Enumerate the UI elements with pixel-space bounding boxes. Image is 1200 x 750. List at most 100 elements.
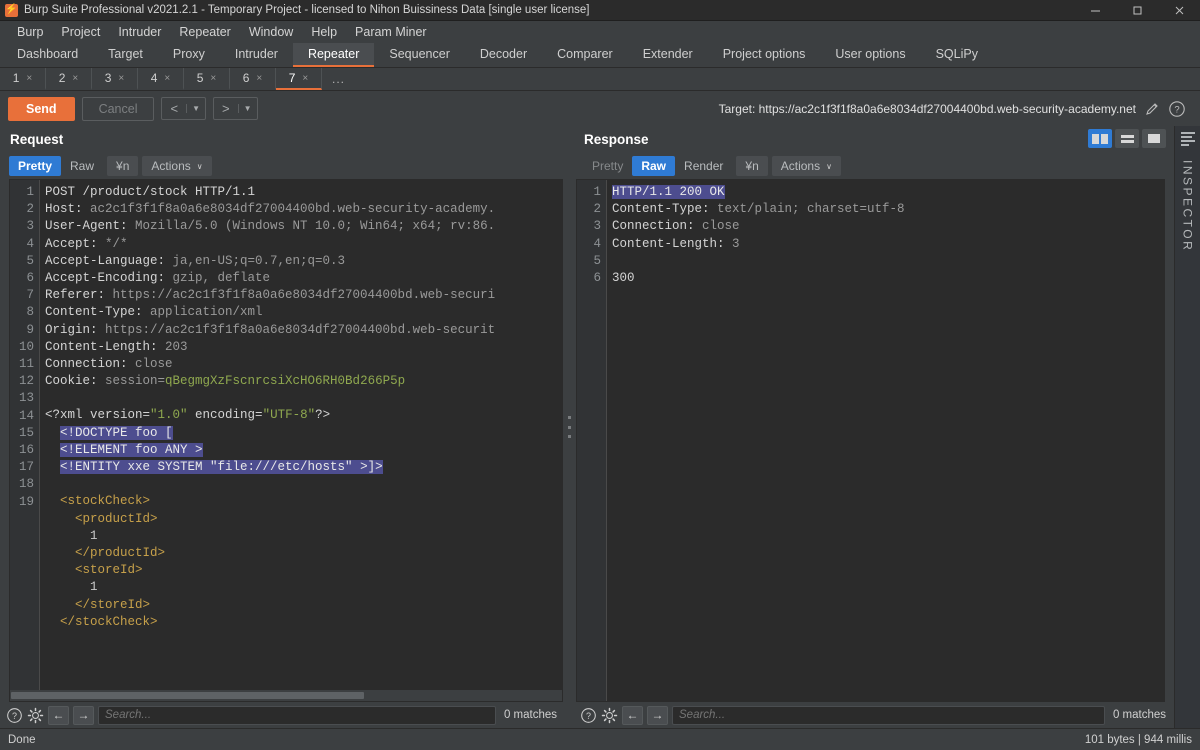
tab-intruder[interactable]: Intruder — [220, 43, 293, 67]
code-line[interactable]: Content-Type: application/xml — [45, 304, 562, 321]
pane-splitter[interactable] — [565, 126, 574, 728]
code-line[interactable]: Connection: close — [612, 218, 1164, 235]
code-line[interactable]: Host: ac2c1f3f1f8a0a6e8034df27004400bd.w… — [45, 201, 562, 218]
gear-icon[interactable] — [601, 707, 618, 724]
code-line[interactable]: Content-Type: text/plain; charset=utf-8 — [612, 201, 1164, 218]
menu-item-param-miner[interactable]: Param Miner — [346, 23, 436, 41]
repeater-add-tab-button[interactable]: ... — [322, 68, 355, 90]
code-line[interactable] — [45, 390, 562, 407]
search-next-button[interactable]: → — [647, 705, 668, 725]
response-tab-raw[interactable]: Raw — [632, 156, 676, 176]
menu-item-window[interactable]: Window — [240, 23, 302, 41]
layout-split-vertical-button[interactable] — [1088, 129, 1112, 148]
search-next-button[interactable]: → — [73, 705, 94, 725]
response-code[interactable]: HTTP/1.1 200 OK Content-Type: text/plain;… — [607, 180, 1164, 701]
response-search-input[interactable] — [672, 705, 1105, 725]
code-line[interactable]: <storeId> — [45, 562, 562, 579]
code-line[interactable]: Accept-Language: ja,en-US;q=0.7,en;q=0.3 — [45, 253, 562, 270]
chevron-down-icon[interactable]: ▼ — [186, 104, 205, 113]
code-line[interactable] — [45, 476, 562, 493]
tab-sequencer[interactable]: Sequencer — [374, 43, 464, 67]
code-line[interactable]: <!ELEMENT foo ANY > — [45, 442, 562, 459]
history-forward-button[interactable]: > ▼ — [213, 97, 258, 120]
tab-target[interactable]: Target — [93, 43, 158, 67]
layout-split-horizontal-button[interactable] — [1115, 129, 1139, 148]
response-tab-pretty[interactable]: Pretty — [583, 156, 632, 176]
pencil-icon[interactable] — [1144, 101, 1160, 117]
request-actions-button[interactable]: Actions ∨ — [142, 156, 212, 176]
send-button[interactable]: Send — [8, 96, 75, 121]
close-icon[interactable]: × — [72, 73, 78, 84]
close-icon[interactable]: × — [210, 73, 216, 84]
repeater-tab-6[interactable]: 6 × — [230, 68, 276, 90]
code-line[interactable]: Cookie: session=qBegmgXzFscnrcsiXcHO6RH0… — [45, 373, 562, 390]
repeater-tab-5[interactable]: 5 × — [184, 68, 230, 90]
tab-sqlipy[interactable]: SQLiPy — [921, 43, 993, 67]
menu-item-intruder[interactable]: Intruder — [109, 23, 170, 41]
close-icon[interactable]: × — [256, 73, 262, 84]
code-line[interactable]: <?xml version="1.0" encoding="UTF-8"?> — [45, 407, 562, 424]
request-editor[interactable]: 1 2 3 4 5 6 7 8 9 10 11 12 13 14 15 16 17 18 19 POST /prod… — [10, 180, 562, 690]
repeater-tab-4[interactable]: 4 × — [138, 68, 184, 90]
code-line[interactable]: <productId> — [45, 511, 562, 528]
menu-item-project[interactable]: Project — [52, 23, 109, 41]
request-tab-raw[interactable]: Raw — [61, 156, 103, 176]
close-button[interactable] — [1158, 0, 1200, 21]
code-line[interactable]: <stockCheck> — [45, 493, 562, 510]
code-line[interactable]: Origin: https://ac2c1f3f1f8a0a6e8034df27… — [45, 322, 562, 339]
tab-comparer[interactable]: Comparer — [542, 43, 628, 67]
tab-proxy[interactable]: Proxy — [158, 43, 220, 67]
search-prev-button[interactable]: ← — [48, 705, 69, 725]
repeater-tab-7[interactable]: 7 × — [276, 68, 322, 90]
code-line[interactable]: POST /product/stock HTTP/1.1 — [45, 184, 562, 201]
inspector-panel[interactable]: INSPECTOR — [1174, 126, 1200, 728]
code-line[interactable]: <!DOCTYPE foo [ — [45, 425, 562, 442]
close-icon[interactable]: × — [302, 73, 308, 84]
code-line[interactable]: 300 — [612, 270, 1164, 287]
response-editor[interactable]: 1 2 3 4 5 6 HTTP/1.1 200 OK Content-Type: text… — [577, 180, 1164, 701]
request-tab-pretty[interactable]: Pretty — [9, 156, 62, 176]
tab-user-options[interactable]: User options — [820, 43, 920, 67]
code-line[interactable]: Referer: https://ac2c1f3f1f8a0a6e8034df2… — [45, 287, 562, 304]
code-line[interactable]: Content-Length: 203 — [45, 339, 562, 356]
code-line[interactable]: </stockCheck> — [45, 614, 562, 631]
close-icon[interactable]: × — [118, 73, 124, 84]
code-line[interactable]: 1 — [45, 528, 562, 545]
tab-decoder[interactable]: Decoder — [465, 43, 542, 67]
close-icon[interactable]: × — [164, 73, 170, 84]
scrollbar-thumb[interactable] — [11, 692, 365, 699]
request-hscrollbar[interactable] — [10, 690, 562, 701]
history-back-button[interactable]: < ▼ — [161, 97, 206, 120]
response-tab-render[interactable]: Render — [675, 156, 732, 176]
code-line[interactable]: </storeId> — [45, 597, 562, 614]
tab-project-options[interactable]: Project options — [708, 43, 821, 67]
minimize-button[interactable] — [1074, 0, 1116, 21]
code-line[interactable]: Connection: close — [45, 356, 562, 373]
request-code[interactable]: POST /product/stock HTTP/1.1 Host: ac2c1f… — [40, 180, 562, 690]
repeater-tab-3[interactable]: 3 × — [92, 68, 138, 90]
code-line[interactable]: Accept-Encoding: gzip, deflate — [45, 270, 562, 287]
code-line[interactable]: <!ENTITY xxe SYSTEM "file:///etc/hosts" … — [45, 459, 562, 476]
question-circle-icon[interactable]: ? — [1168, 100, 1186, 118]
question-circle-icon[interactable]: ? — [6, 707, 23, 724]
close-icon[interactable]: × — [26, 73, 32, 84]
tab-repeater[interactable]: Repeater — [292, 43, 375, 67]
code-line[interactable] — [612, 253, 1164, 270]
layout-single-pane-button[interactable] — [1142, 129, 1166, 148]
chevron-down-icon[interactable]: ▼ — [237, 104, 257, 113]
maximize-button[interactable] — [1116, 0, 1158, 21]
question-circle-icon[interactable]: ? — [580, 707, 597, 724]
menu-item-burp[interactable]: Burp — [8, 23, 52, 41]
request-search-input[interactable] — [98, 705, 496, 725]
tab-dashboard[interactable]: Dashboard — [2, 43, 93, 67]
code-line[interactable]: </productId> — [45, 545, 562, 562]
gear-icon[interactable] — [27, 707, 44, 724]
code-line[interactable]: 1 — [45, 579, 562, 596]
code-line[interactable]: HTTP/1.1 200 OK — [612, 184, 1164, 201]
response-tab-newline[interactable]: ¥n — [736, 156, 768, 176]
tab-extender[interactable]: Extender — [628, 43, 708, 67]
repeater-tab-1[interactable]: 1 × — [0, 68, 46, 90]
response-actions-button[interactable]: Actions ∨ — [771, 156, 841, 176]
menu-item-repeater[interactable]: Repeater — [170, 23, 239, 41]
menu-item-help[interactable]: Help — [302, 23, 346, 41]
